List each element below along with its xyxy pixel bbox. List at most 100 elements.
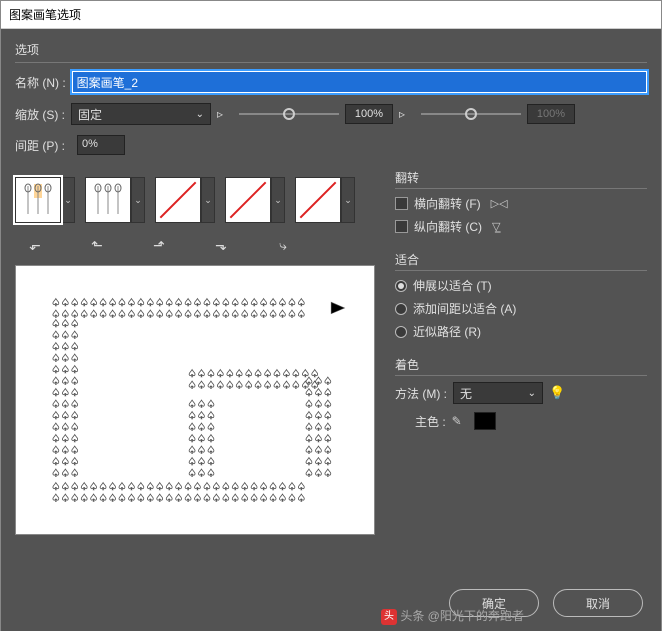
svg-text:♤♤♤: ♤♤♤	[51, 410, 79, 422]
svg-text:♤♤♤: ♤♤♤	[51, 399, 79, 411]
leaf-tile-icon-2	[88, 180, 128, 220]
inner-corner-tile-group: ⌄	[155, 177, 215, 223]
svg-text:♤♤♤: ♤♤♤	[51, 364, 79, 376]
end-tile[interactable]	[295, 177, 341, 223]
colorize-divider	[395, 375, 647, 376]
scale-slider-thumb-2	[465, 108, 477, 120]
colorize-method-value: 无	[460, 385, 472, 402]
svg-text:♤♤♤: ♤♤♤	[187, 422, 215, 434]
svg-text:♤♤♤♤♤♤♤♤♤♤♤♤♤♤♤♤♤♤♤♤♤♤♤♤♤♤♤: ♤♤♤♤♤♤♤♤♤♤♤♤♤♤♤♤♤♤♤♤♤♤♤♤♤♤♤	[51, 309, 306, 321]
dialog-titlebar: 图案画笔选项	[1, 1, 661, 29]
corner-icon-5[interactable]: ⤷	[271, 233, 295, 257]
options-section-label: 选项	[15, 41, 647, 58]
corner-icon-4[interactable]: ⬎	[209, 233, 233, 257]
svg-text:♤♤♤: ♤♤♤	[304, 456, 332, 468]
start-tile[interactable]	[225, 177, 271, 223]
fit-stretch-radio[interactable]	[395, 280, 407, 292]
pattern-brush-dialog: 图案画笔选项 选项 名称 (N) : 缩放 (S) : 固定 ⌄ ▹ 100% …	[0, 0, 662, 631]
flip-vertical-checkbox[interactable]	[395, 220, 408, 233]
scale-mode-dropdown[interactable]: 固定 ⌄	[71, 103, 211, 125]
corner-type-icons: ⬐ ⬑ ⬏ ⬎ ⤷	[23, 233, 375, 257]
svg-text:♤♤♤♤♤♤♤♤♤♤♤♤♤♤: ♤♤♤♤♤♤♤♤♤♤♤♤♤♤	[187, 368, 319, 380]
svg-text:♤♤♤♤♤♤♤♤♤♤♤♤♤♤♤♤♤♤♤♤♤♤♤♤♤♤♤: ♤♤♤♤♤♤♤♤♤♤♤♤♤♤♤♤♤♤♤♤♤♤♤♤♤♤♤	[51, 297, 306, 309]
scale-mode-value: 固定	[78, 106, 102, 123]
corner-icon-2[interactable]: ⬑	[85, 233, 109, 257]
chevron-down-icon-2: ⌄	[528, 388, 536, 399]
fit-addspace-label: 添加间距以适合 (A)	[413, 300, 516, 317]
spacing-input[interactable]: 0%	[77, 135, 125, 155]
fit-addspace-radio[interactable]	[395, 303, 407, 315]
svg-text:♤♤♤: ♤♤♤	[187, 410, 215, 422]
outer-corner-tile[interactable]	[85, 177, 131, 223]
flip-vertical-icon: ▽̲	[492, 220, 500, 233]
preview-svg: ♤♤♤♤♤♤♤♤♤♤♤♤♤♤♤♤♤♤♤♤♤♤♤♤♤♤♤ ♤♤♤♤♤♤♤♤♤♤♤♤…	[32, 282, 358, 518]
svg-text:♤♤♤: ♤♤♤	[304, 433, 332, 445]
svg-text:♤♤♤: ♤♤♤	[304, 410, 332, 422]
scale-slider-2: ▹	[399, 107, 521, 121]
side-tile-dropdown[interactable]: ⌄	[61, 177, 75, 223]
fit-divider	[395, 270, 647, 271]
right-column: 翻转 横向翻转 (F) ▷◁ 纵向翻转 (C) ▽̲ 适合	[395, 169, 647, 535]
corner-icon-1[interactable]: ⬐	[23, 233, 47, 257]
side-tile-group: ⌄	[15, 177, 75, 223]
dialog-content: 选项 名称 (N) : 缩放 (S) : 固定 ⌄ ▹ 100% ▹	[1, 29, 661, 631]
tip-bulb-icon[interactable]: 💡	[549, 385, 565, 401]
flip-divider	[395, 188, 647, 189]
dialog-title: 图案画笔选项	[9, 8, 81, 22]
fit-stretch-label: 伸展以适合 (T)	[413, 277, 492, 294]
flip-horizontal-checkbox[interactable]	[395, 197, 408, 210]
corner-icon-3[interactable]: ⬏	[147, 233, 171, 257]
name-row: 名称 (N) :	[15, 71, 647, 93]
colorize-key-label: 主色 :	[415, 413, 446, 430]
mid-section: ⌄ ⌄	[15, 165, 647, 535]
none-slash-icon-3	[300, 182, 336, 218]
chevron-down-icon: ⌄	[196, 109, 204, 120]
scale-pct-1[interactable]: 100%	[345, 104, 393, 124]
fit-approx-radio[interactable]	[395, 326, 407, 338]
svg-text:♤♤♤: ♤♤♤	[51, 433, 79, 445]
eyedropper-icon[interactable]: ✎	[452, 414, 468, 428]
svg-text:♤♤♤: ♤♤♤	[51, 376, 79, 388]
svg-text:♤♤♤: ♤♤♤	[304, 422, 332, 434]
none-slash-icon	[160, 182, 196, 218]
spacing-row: 间距 (P) : 0%	[15, 135, 647, 155]
outer-corner-tile-group: ⌄	[85, 177, 145, 223]
colorize-method-dropdown[interactable]: 无 ⌄	[453, 382, 543, 404]
key-color-swatch[interactable]	[474, 412, 496, 430]
side-tile[interactable]	[15, 177, 61, 223]
slider-min-icon: ▹	[217, 107, 233, 121]
svg-text:♤♤♤: ♤♤♤	[187, 468, 215, 480]
fit-addspace-row: 添加间距以适合 (A)	[395, 300, 647, 317]
fit-panel: 适合 伸展以适合 (T) 添加间距以适合 (A) 近似路径 (R)	[395, 251, 647, 346]
outer-corner-dropdown[interactable]: ⌄	[131, 177, 145, 223]
watermark-icon: 头	[381, 609, 397, 625]
inner-corner-dropdown[interactable]: ⌄	[201, 177, 215, 223]
end-tile-dropdown[interactable]: ⌄	[341, 177, 355, 223]
name-input[interactable]	[72, 71, 647, 93]
flip-horizontal-label: 横向翻转 (F)	[414, 195, 481, 212]
scale-row: 缩放 (S) : 固定 ⌄ ▹ 100% ▹ 100%	[15, 103, 647, 125]
colorize-section-label: 着色	[395, 356, 647, 373]
fit-approx-row: 近似路径 (R)	[395, 323, 647, 340]
leaf-tile-icon	[18, 180, 58, 220]
fit-stretch-row: 伸展以适合 (T)	[395, 277, 647, 294]
svg-text:♤♤♤: ♤♤♤	[187, 456, 215, 468]
start-tile-dropdown[interactable]: ⌄	[271, 177, 285, 223]
scale-slider-thumb-1[interactable]	[283, 108, 295, 120]
scale-slider-1: ▹	[217, 107, 339, 121]
flip-vertical-label: 纵向翻转 (C)	[414, 218, 482, 235]
svg-text:♤♤♤: ♤♤♤	[51, 353, 79, 365]
scale-slider-track-1[interactable]	[239, 113, 339, 115]
svg-text:♤♤♤♤♤♤♤♤♤♤♤♤♤♤: ♤♤♤♤♤♤♤♤♤♤♤♤♤♤	[187, 379, 319, 391]
svg-text:♤♤♤: ♤♤♤	[51, 341, 79, 353]
svg-text:♤♤♤: ♤♤♤	[51, 330, 79, 342]
tiles-col: ⌄ ⌄	[15, 165, 375, 535]
end-tile-group: ⌄	[295, 177, 355, 223]
fit-section-label: 适合	[395, 251, 647, 268]
cancel-button[interactable]: 取消	[553, 589, 643, 617]
svg-text:♤♤♤: ♤♤♤	[187, 445, 215, 457]
inner-corner-tile[interactable]	[155, 177, 201, 223]
svg-text:♤♤♤: ♤♤♤	[51, 318, 79, 330]
flip-section-label: 翻转	[395, 169, 647, 186]
flip-panel: 翻转 横向翻转 (F) ▷◁ 纵向翻转 (C) ▽̲	[395, 169, 647, 241]
